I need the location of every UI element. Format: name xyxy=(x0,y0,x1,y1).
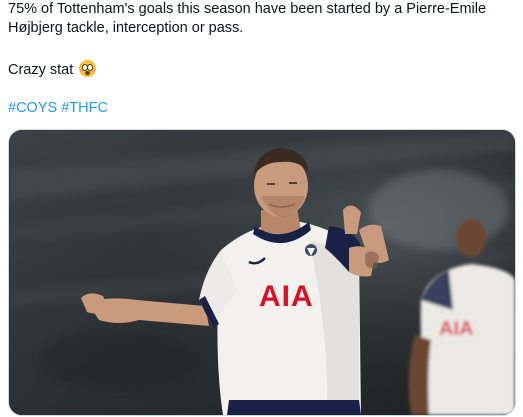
tweet-photo[interactable]: AIA AIA xyxy=(8,129,516,416)
tweet-line-2: Højbjerg tackle, interception or pass. xyxy=(8,20,244,36)
tweet-comment: Crazy stat xyxy=(8,62,74,78)
sponsor-text: AIA xyxy=(259,280,314,313)
hashtag-row: #COYS #THFC xyxy=(8,100,108,116)
football-player-photo: AIA AIA xyxy=(9,130,515,415)
club-crest-icon xyxy=(305,244,317,256)
tweet-line-1: 75% of Tottenham's goals this season hav… xyxy=(8,1,487,17)
tweet-comment-line: Crazy stat xyxy=(8,60,513,80)
background-sponsor-text: AIA xyxy=(439,318,473,340)
hashtag-thfc-link[interactable]: #THFC xyxy=(61,100,108,116)
hashtag-coys-link[interactable]: #COYS xyxy=(8,100,57,116)
tweet-text: 75% of Tottenham's goals this season hav… xyxy=(8,0,513,80)
flushed-face-emoji-icon xyxy=(79,60,97,77)
